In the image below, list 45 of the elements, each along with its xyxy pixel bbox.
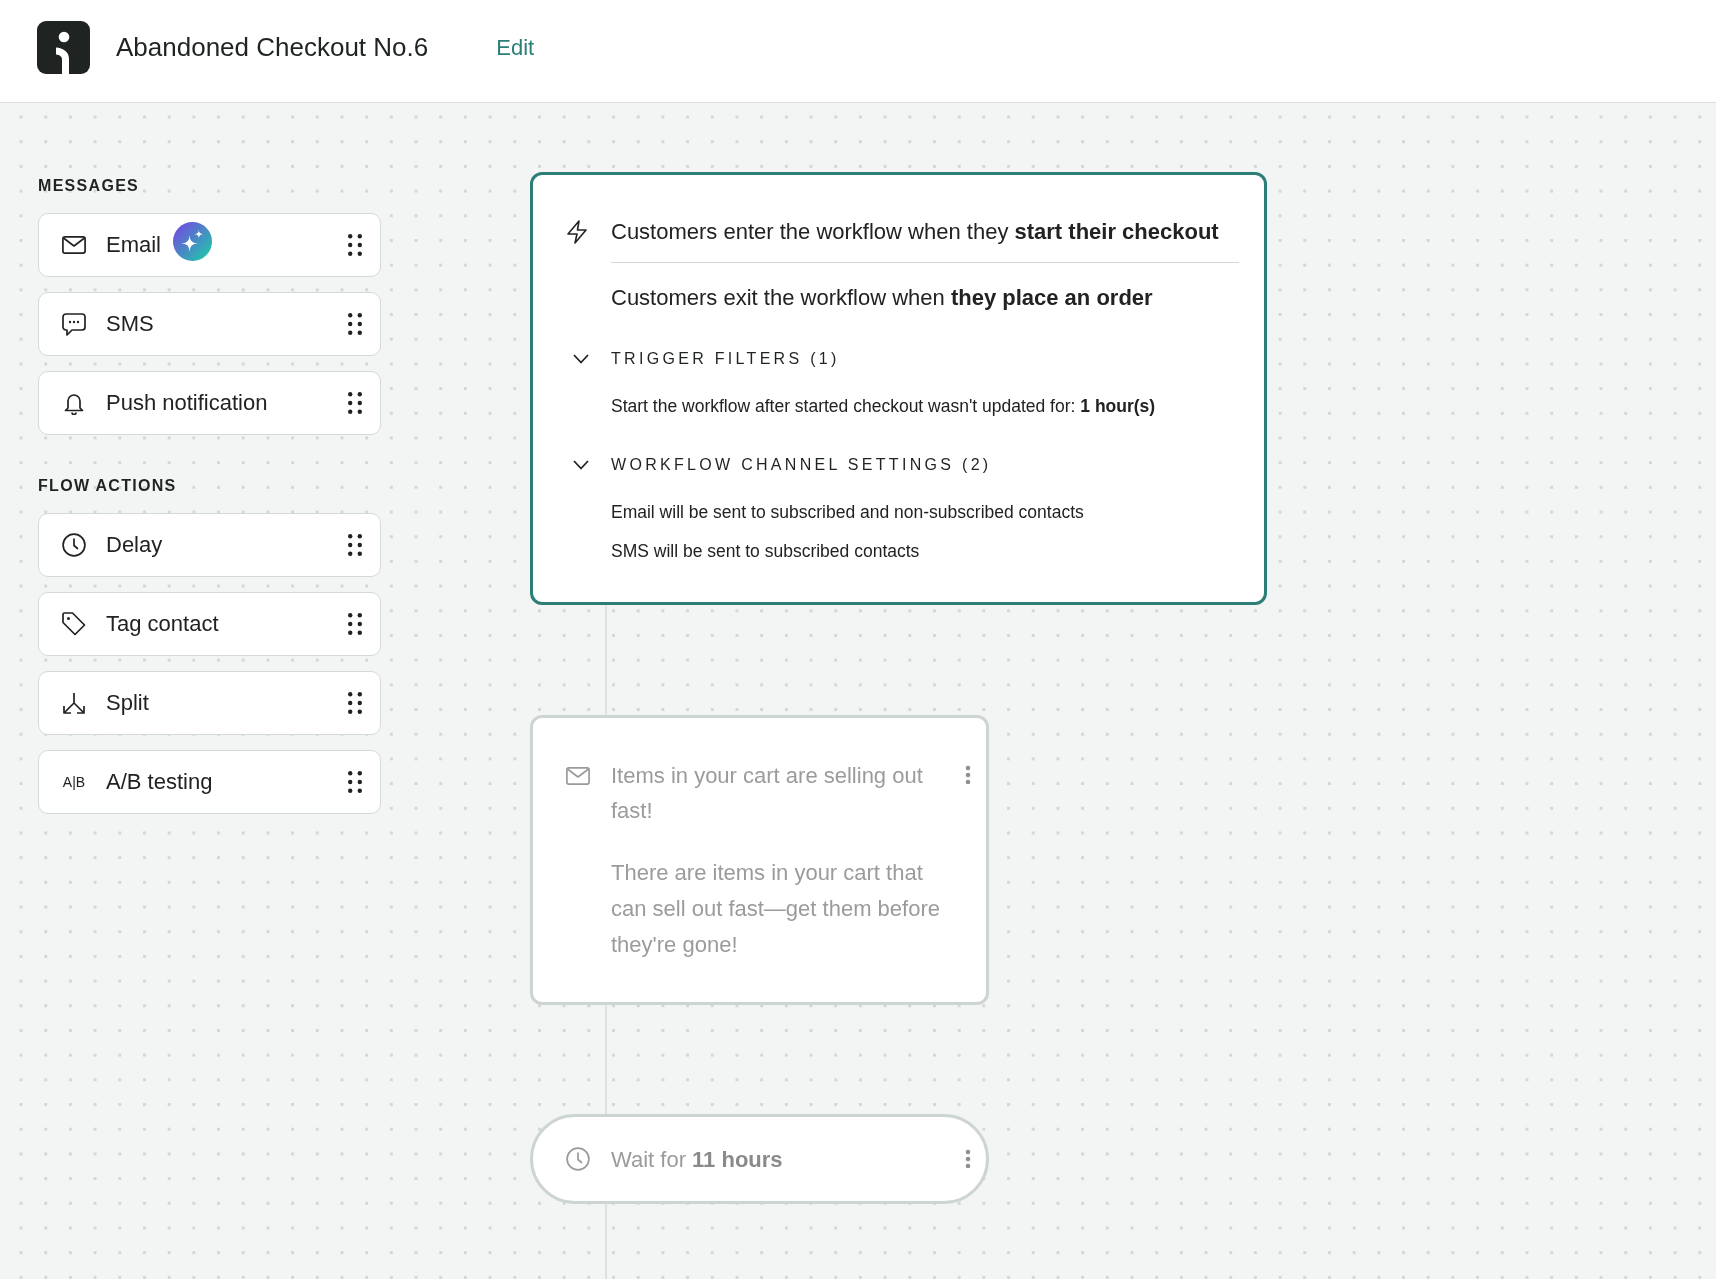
palette-item[interactable]: SMS xyxy=(38,292,381,356)
section-heading: MESSAGES xyxy=(38,176,141,196)
section-heading: TRIGGER FILTERS (1) xyxy=(611,349,840,369)
email-preview: There are items in your cart that can sell out fast—get them before they're gone! xyxy=(611,859,941,959)
bell-icon xyxy=(64,391,84,415)
drag-handle-icon[interactable] xyxy=(348,234,362,256)
delay-text: Wait for 11 hours xyxy=(611,1145,784,1174)
chat-bubble-icon xyxy=(62,312,86,336)
entry-condition: Customers enter the workflow when they start their checkout xyxy=(611,218,1219,246)
palette-item[interactable]: Email xyxy=(38,213,381,277)
drag-handle-icon[interactable] xyxy=(348,392,362,414)
palette-item[interactable]: Split xyxy=(38,671,381,735)
setting-text: SMS will be sent to subscribed contacts xyxy=(611,540,921,563)
clock-icon xyxy=(62,533,86,557)
palette-item[interactable]: Push notification xyxy=(38,371,381,435)
palette-item[interactable]: Delay xyxy=(38,513,381,577)
email-subject: Items in your cart are selling out fast! xyxy=(611,762,924,825)
section-heading: WORKFLOW CHANNEL SETTINGS (2) xyxy=(611,455,992,475)
app-logo xyxy=(37,21,90,74)
chevron-down-icon[interactable] xyxy=(573,354,589,364)
clock-icon xyxy=(566,1147,590,1171)
drag-handle-icon[interactable] xyxy=(348,313,362,335)
workflow-title: Abandoned Checkout No.6 xyxy=(116,32,429,63)
setting-text: Start the workflow after started checkout wasn't updated for: 1 hour(s) xyxy=(611,395,1157,418)
drag-handle-icon[interactable] xyxy=(348,534,362,556)
ab-test-icon: A|B xyxy=(62,774,86,790)
more-icon[interactable] xyxy=(964,765,971,785)
drag-handle-icon[interactable] xyxy=(348,613,362,635)
tag-icon xyxy=(62,612,86,636)
drag-handle-icon[interactable] xyxy=(348,771,362,793)
lightning-icon xyxy=(566,220,588,244)
trigger-card[interactable] xyxy=(530,172,1267,605)
edit-link[interactable]: Edit xyxy=(496,34,535,61)
palette-item[interactable]: Tag contact xyxy=(38,592,381,656)
envelope-icon xyxy=(62,236,86,254)
section-heading: FLOW ACTIONS xyxy=(38,476,178,496)
split-arrows-icon xyxy=(62,692,86,714)
exit-condition: Customers exit the workflow when they place an order xyxy=(611,284,1153,312)
envelope-icon xyxy=(566,767,590,785)
setting-text: Email will be sent to subscribed and non-subscribed contacts xyxy=(611,501,1085,524)
palette-item[interactable]: A|B A/B testing xyxy=(38,750,381,814)
chevron-down-icon[interactable] xyxy=(573,460,589,470)
drag-handle-icon[interactable] xyxy=(348,692,362,714)
more-icon[interactable] xyxy=(964,1149,971,1169)
sparkle-icon xyxy=(173,221,212,261)
